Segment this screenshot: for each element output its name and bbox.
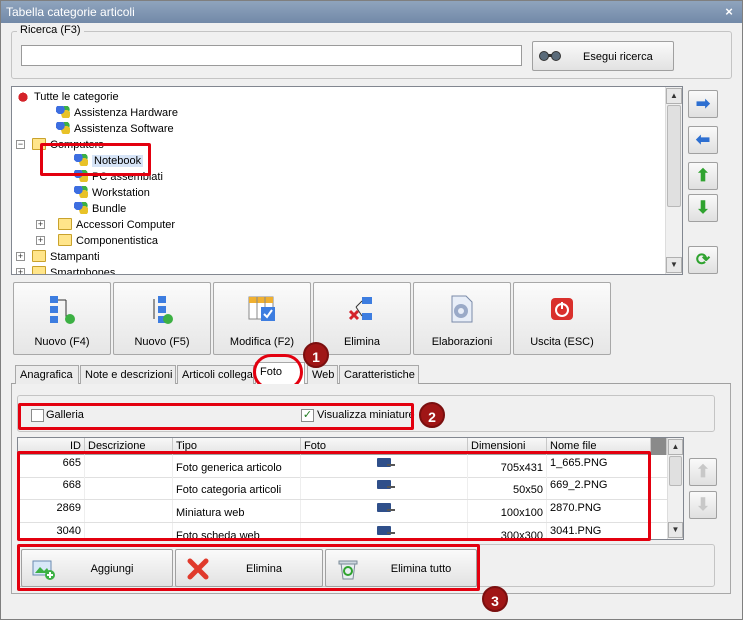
new-node-icon — [46, 293, 78, 325]
close-icon[interactable]: × — [722, 5, 736, 19]
toolbar-button-uscita-esc[interactable]: Uscita (ESC) — [513, 282, 611, 355]
grid-scroll-thumb[interactable] — [669, 456, 682, 486]
tree-expander-icon[interactable]: + — [16, 268, 25, 274]
toolbar-button-nuovo-f4[interactable]: Nuovo (F4) — [13, 282, 111, 355]
tree-node[interactable]: Workstation — [74, 185, 150, 201]
move-up-icon: ⬆ — [695, 166, 711, 185]
cubes-icon — [74, 186, 88, 199]
toolbar-button-modifica-f2[interactable]: Modifica (F2) — [213, 282, 311, 355]
toolbar-button-elaborazioni[interactable]: Elaborazioni — [413, 282, 511, 355]
tree-scrollbar[interactable]: ▲ ▼ — [665, 87, 682, 274]
tree-node[interactable]: Stampanti — [32, 249, 100, 265]
tree-expander-icon[interactable]: + — [16, 252, 25, 261]
toolbar-button-label: Nuovo (F5) — [134, 336, 190, 348]
tab-strip: Anagrafica Note e descrizioni Articoli col… — [11, 362, 731, 384]
folder-icon — [32, 266, 46, 274]
category-table-window: Tabella categorie articoli × Ricerca (F3… — [0, 0, 743, 620]
highlight-notebook — [40, 143, 151, 176]
callout-2: 2 — [419, 402, 445, 428]
processing-gears-icon — [446, 293, 478, 325]
tab-web[interactable]: Web — [307, 365, 338, 384]
delete-node-icon — [346, 293, 378, 325]
tree-node[interactable]: Assistenza Hardware — [56, 105, 178, 121]
toolbar-button-label: Nuovo (F4) — [34, 336, 90, 348]
category-tree[interactable]: Tutte le categorie Assistenza Hardware Ass… — [11, 86, 683, 275]
row-move-down-button[interactable]: ⬇ — [689, 491, 717, 519]
tree-node-label: Workstation — [92, 187, 150, 199]
tree-node-label: Stampanti — [50, 251, 100, 263]
search-group-label: Ricerca (F3) — [17, 24, 84, 36]
toolbar-button-label: Modifica (F2) — [229, 336, 295, 348]
binoculars-icon — [539, 50, 561, 62]
refresh-icon: ⟳ — [695, 250, 711, 269]
scroll-down-icon[interactable]: ▼ — [666, 257, 682, 273]
cubes-icon — [56, 122, 70, 135]
title-bar: Tabella categorie articoli × — [1, 1, 742, 23]
tree-expander-icon[interactable]: + — [36, 236, 45, 245]
tree-node-label: Componentistica — [76, 235, 158, 247]
strawberry-icon — [16, 90, 30, 103]
move-right-button[interactable]: ➡ — [688, 90, 718, 118]
folder-icon — [58, 218, 72, 231]
scroll-thumb[interactable] — [667, 105, 681, 207]
move-left-icon: ⬅ — [695, 130, 711, 149]
highlight-photo-actions — [17, 544, 480, 591]
side-button-panel: ➡ ⬅ ⬆ ⬇ ⟳ — [685, 86, 731, 275]
tab-anagrafica[interactable]: Anagrafica — [15, 365, 79, 384]
tree-node[interactable]: Componentistica — [58, 233, 158, 249]
tree-node[interactable]: Bundle — [74, 201, 126, 217]
folder-icon — [58, 234, 72, 247]
tab-articoli-collegati[interactable]: Articoli collegati — [177, 365, 254, 384]
toolbar-button-label: Uscita (ESC) — [530, 336, 594, 348]
move-left-button[interactable]: ⬅ — [688, 126, 718, 154]
tree-node-label: Assistenza Software — [74, 123, 174, 135]
callout-1: 1 — [303, 342, 329, 368]
tree-node[interactable]: Smartphones — [32, 265, 116, 275]
folder-icon — [32, 250, 46, 263]
new-child-node-icon — [146, 293, 178, 325]
edit-grid-icon — [246, 293, 278, 325]
toolbar-button-nuovo-f5[interactable]: Nuovo (F5) — [113, 282, 211, 355]
tree-node[interactable]: Accessori Computer — [58, 217, 175, 233]
tab-caratteristiche[interactable]: Caratteristiche — [339, 365, 419, 384]
move-right-icon: ➡ — [695, 94, 711, 113]
power-icon — [546, 293, 578, 325]
tree-node-label: Smartphones — [50, 267, 116, 275]
highlight-grid-rows — [17, 451, 651, 541]
cubes-icon — [74, 202, 88, 215]
callout-3: 3 — [482, 586, 508, 612]
column-header-filler — [651, 438, 667, 455]
highlight-photo-options — [18, 403, 414, 430]
move-down-button[interactable]: ⬇ — [688, 194, 718, 222]
tree-node[interactable]: Assistenza Software — [56, 121, 174, 137]
tree-expander-icon[interactable]: − — [16, 140, 25, 149]
move-up-button[interactable]: ⬆ — [688, 162, 718, 190]
grid-scrollbar[interactable]: ▲ ▼ — [667, 438, 683, 539]
tree-node-label: Bundle — [92, 203, 127, 215]
search-input[interactable] — [21, 45, 522, 66]
tree-node-label: Accessori Computer — [76, 219, 176, 231]
grid-scroll-up-icon[interactable]: ▲ — [668, 439, 683, 455]
toolbar-button-label: Elimina — [343, 336, 381, 348]
tree-node-label: Assistenza Hardware — [74, 107, 178, 119]
scroll-up-icon[interactable]: ▲ — [666, 88, 682, 104]
tree-node[interactable]: Tutte le categorie — [16, 89, 119, 105]
toolbar-button-elimina[interactable]: Elimina — [313, 282, 411, 355]
grid-scroll-down-icon[interactable]: ▼ — [668, 522, 683, 538]
toolbar-button-label: Elaborazioni — [431, 336, 493, 348]
tree-expander-icon[interactable]: + — [36, 220, 45, 229]
search-button[interactable]: Esegui ricerca — [532, 41, 674, 71]
cubes-icon — [56, 106, 70, 119]
search-button-label: Esegui ricerca — [583, 51, 653, 63]
row-move-up-button[interactable]: ⬆ — [689, 458, 717, 486]
move-down-icon: ⬇ — [695, 198, 711, 217]
tree-node-label: Tutte le categorie — [34, 91, 119, 103]
window-title: Tabella categorie articoli — [6, 5, 135, 19]
tab-note-e-descrizioni[interactable]: Note e descrizioni — [80, 365, 176, 384]
refresh-button[interactable]: ⟳ — [688, 246, 718, 274]
